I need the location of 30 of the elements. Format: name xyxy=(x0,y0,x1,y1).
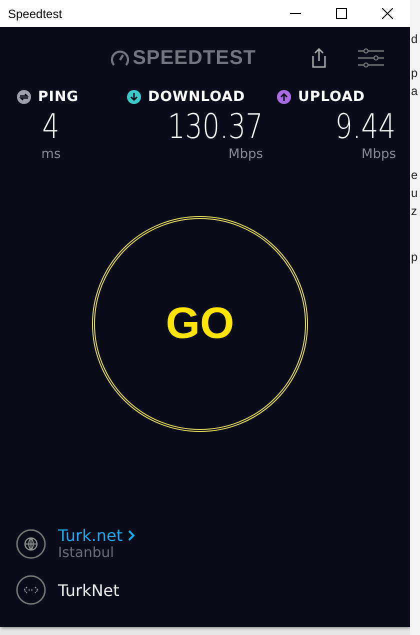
globe-icon xyxy=(16,528,46,558)
provider-name: TurkNet xyxy=(58,580,120,600)
metric-label: PING xyxy=(38,89,79,105)
logo: SPEEDTEST xyxy=(132,46,256,70)
metric-label: UPLOAD xyxy=(298,89,366,105)
metric-value: 9.44 xyxy=(335,107,396,147)
background-text: e xyxy=(410,167,419,184)
server-link[interactable]: Turk.net xyxy=(58,526,135,545)
metric-unit: Mbps xyxy=(228,147,263,162)
server-location: Istanbul xyxy=(58,545,116,561)
background-text: a xyxy=(410,83,419,100)
go-button[interactable]: GO xyxy=(92,216,308,432)
background-text: d xyxy=(410,31,419,48)
background-text: p xyxy=(410,249,419,266)
background-text: u xyxy=(410,185,419,202)
metric-label: DOWNLOAD xyxy=(148,89,246,105)
gauge-icon xyxy=(110,49,130,67)
chevron-icon xyxy=(128,530,135,541)
background-text: z xyxy=(410,203,418,220)
metric-value: 4 xyxy=(42,107,60,147)
background-text: p xyxy=(410,65,419,82)
metric-unit: Mbps xyxy=(362,147,396,162)
window-title: Speedtest xyxy=(8,6,64,20)
metric-unit: ms xyxy=(41,147,61,162)
connection-icon xyxy=(16,575,46,605)
minimize-icon[interactable] xyxy=(290,12,300,14)
close-icon[interactable] xyxy=(382,8,392,19)
metric-value: 130.37 xyxy=(168,107,263,147)
settings-button[interactable] xyxy=(356,46,386,70)
maximize-icon[interactable] xyxy=(336,8,346,19)
